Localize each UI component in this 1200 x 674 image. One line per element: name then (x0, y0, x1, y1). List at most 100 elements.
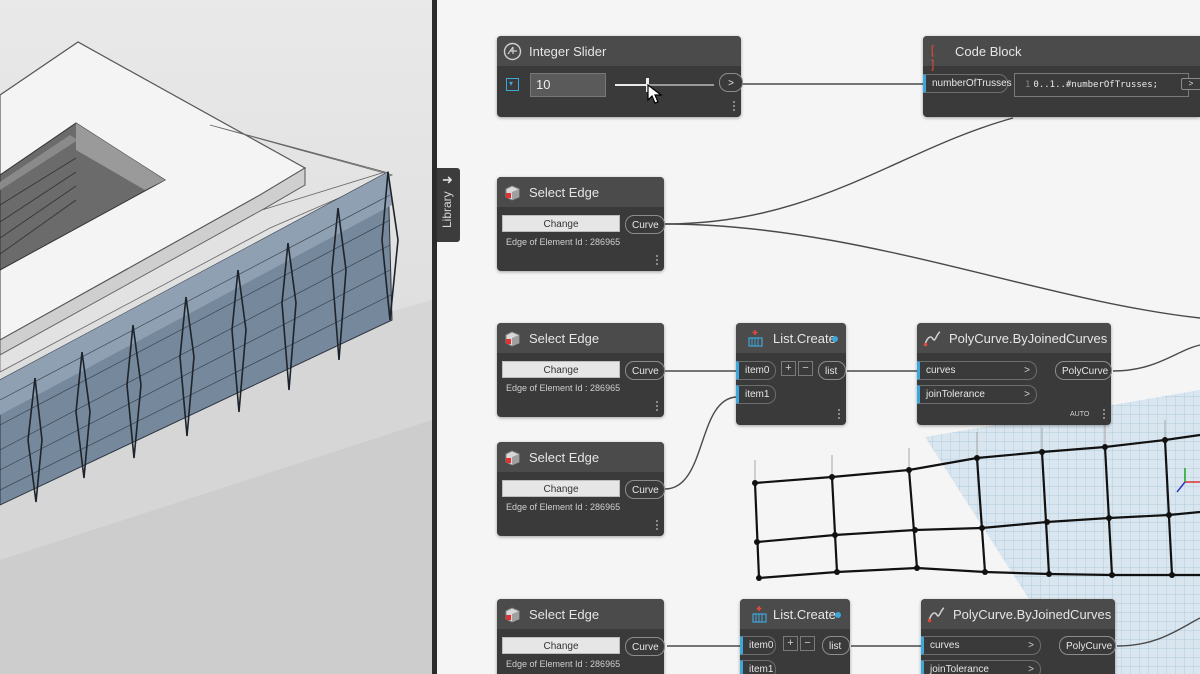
slider-track[interactable] (615, 78, 714, 92)
select-edge-node-3[interactable]: Select Edge Change Edge of Element Id : … (497, 442, 665, 536)
port-label: curves (926, 365, 956, 376)
node-menu-icon[interactable] (656, 399, 659, 413)
code-block-node[interactable]: [ ] Code Block numberOfTrusses 1 0..1..#n… (923, 36, 1200, 117)
list-create-icon (752, 606, 767, 623)
chevron-right-icon: > (1024, 389, 1030, 400)
node-title: PolyCurve.ByJoinedCurves (949, 331, 1108, 346)
curve-output-port[interactable]: Curve (625, 215, 665, 234)
revit-3d-viewport[interactable] (0, 0, 432, 674)
polycurve-by-joined-curves-node-2[interactable]: PolyCurve.ByJoinedCurves curves > joinTo… (921, 599, 1116, 674)
select-edge-icon (505, 450, 520, 466)
code-text: 0..1..#numberOfTrusses; (1033, 80, 1159, 90)
lacing-indicator[interactable]: AUTO (1070, 411, 1089, 418)
integer-slider-node[interactable]: Integer Slider ▾ 10 > (497, 36, 743, 117)
list-output-port[interactable]: list (822, 636, 850, 655)
select-edge-icon (505, 185, 520, 201)
selected-edge-info: Edge of Element Id : 286965 (506, 502, 621, 512)
remove-input-button[interactable]: − (798, 361, 813, 376)
line-number: 1 (1025, 80, 1031, 90)
node-header[interactable]: [ ] Code Block (923, 36, 1200, 72)
port-label: joinTolerance (926, 389, 985, 400)
chevron-right-icon: > (1028, 640, 1034, 651)
node-menu-icon[interactable] (1103, 407, 1106, 421)
curve-output-port[interactable]: Curve (625, 480, 665, 499)
join-tolerance-input-port[interactable]: joinTolerance > (917, 385, 1037, 404)
node-title: Select Edge (529, 331, 600, 346)
port-label: curves (930, 640, 960, 651)
add-input-button[interactable]: + (781, 361, 796, 376)
library-toggle-tab[interactable]: ➜ Library (437, 168, 460, 242)
node-title: Select Edge (529, 185, 600, 200)
node-header[interactable]: List.Create (740, 599, 850, 629)
slider-output-port[interactable]: > (719, 73, 743, 92)
change-selection-button[interactable]: Change (502, 215, 620, 232)
polycurve-icon (923, 331, 941, 347)
item1-input-port[interactable]: item1 (740, 660, 776, 674)
node-title: List.Create (773, 607, 836, 622)
node-header[interactable]: Integer Slider (497, 36, 741, 66)
number-of-trusses-input-port[interactable]: numberOfTrusses (923, 74, 1012, 93)
change-selection-button[interactable]: Change (502, 361, 620, 378)
item0-input-port[interactable]: item0 (740, 636, 776, 655)
node-header[interactable]: List.Create (736, 323, 846, 353)
node-title: Select Edge (529, 607, 600, 622)
select-edge-node-2[interactable]: Select Edge Change Edge of Element Id : … (497, 323, 665, 417)
selected-edge-info: Edge of Element Id : 286965 (506, 237, 621, 247)
list-create-icon (748, 330, 763, 347)
mouse-cursor-icon (647, 84, 663, 104)
curves-input-port[interactable]: curves > (917, 361, 1037, 380)
node-menu-icon[interactable] (838, 407, 841, 421)
join-tolerance-input-port[interactable]: joinTolerance > (921, 660, 1041, 674)
list-create-node-2[interactable]: List.Create item0 + − list item1 (740, 599, 850, 674)
arrow-right-icon: ➜ (442, 172, 453, 187)
preview-indicator-icon (832, 336, 838, 342)
node-title: Integer Slider (529, 44, 607, 59)
selected-edge-info: Edge of Element Id : 286965 (506, 383, 621, 393)
select-edge-node-4[interactable]: Select Edge Change Edge of Element Id : … (497, 599, 665, 674)
node-title: PolyCurve.ByJoinedCurves (953, 607, 1112, 622)
change-selection-button[interactable]: Change (502, 480, 620, 497)
polycurve-output-port[interactable]: PolyCurve (1055, 361, 1112, 380)
code-block-icon: [ ] (929, 44, 937, 72)
code-editor[interactable]: 1 0..1..#numberOfTrusses; (1014, 73, 1189, 97)
code-block-output-port[interactable]: > (1181, 78, 1200, 90)
curve-output-port[interactable]: Curve (625, 361, 665, 380)
list-create-node-1[interactable]: List.Create item0 + − list item1 (736, 323, 846, 425)
select-edge-node-1[interactable]: Select Edge Change Edge of Element Id : … (497, 177, 665, 271)
node-menu-icon[interactable] (656, 518, 659, 532)
node-title: List.Create (773, 331, 836, 346)
polycurve-icon (927, 607, 945, 623)
item0-input-port[interactable]: item0 (736, 361, 776, 380)
node-header[interactable]: Select Edge (497, 442, 664, 472)
slider-node-icon (503, 42, 522, 61)
polycurve-output-port[interactable]: PolyCurve (1059, 636, 1116, 655)
library-label: Library (440, 191, 454, 228)
node-menu-icon[interactable] (656, 253, 659, 267)
dynamo-canvas[interactable]: ➜ Library Integer Slider ▾ 10 > [ ] Code (437, 0, 1200, 674)
curves-input-port[interactable]: curves > (921, 636, 1041, 655)
change-selection-button[interactable]: Change (502, 637, 620, 654)
preview-indicator-icon (835, 612, 841, 618)
building-model-render (0, 41, 432, 674)
node-title: Select Edge (529, 450, 600, 465)
node-header[interactable]: PolyCurve.ByJoinedCurves (917, 323, 1111, 353)
curve-output-port[interactable]: Curve (625, 637, 665, 656)
item1-input-port[interactable]: item1 (736, 385, 776, 404)
chevron-right-icon: > (1028, 664, 1034, 674)
node-title: Code Block (955, 44, 1022, 59)
node-header[interactable]: PolyCurve.ByJoinedCurves (921, 599, 1115, 629)
chevron-right-icon: > (1024, 365, 1030, 376)
expand-toggle-icon[interactable]: ▾ (506, 78, 519, 91)
select-edge-icon (505, 607, 520, 623)
add-input-button[interactable]: + (783, 636, 798, 651)
node-header[interactable]: Select Edge (497, 599, 664, 629)
node-menu-icon[interactable] (733, 99, 736, 113)
remove-input-button[interactable]: − (800, 636, 815, 651)
slider-fill (615, 84, 647, 86)
port-label: joinTolerance (930, 664, 989, 674)
node-header[interactable]: Select Edge (497, 323, 664, 353)
slider-value-input[interactable]: 10 (530, 73, 606, 97)
polycurve-by-joined-curves-node-1[interactable]: PolyCurve.ByJoinedCurves curves > joinTo… (917, 323, 1112, 425)
node-header[interactable]: Select Edge (497, 177, 664, 207)
list-output-port[interactable]: list (818, 361, 846, 380)
